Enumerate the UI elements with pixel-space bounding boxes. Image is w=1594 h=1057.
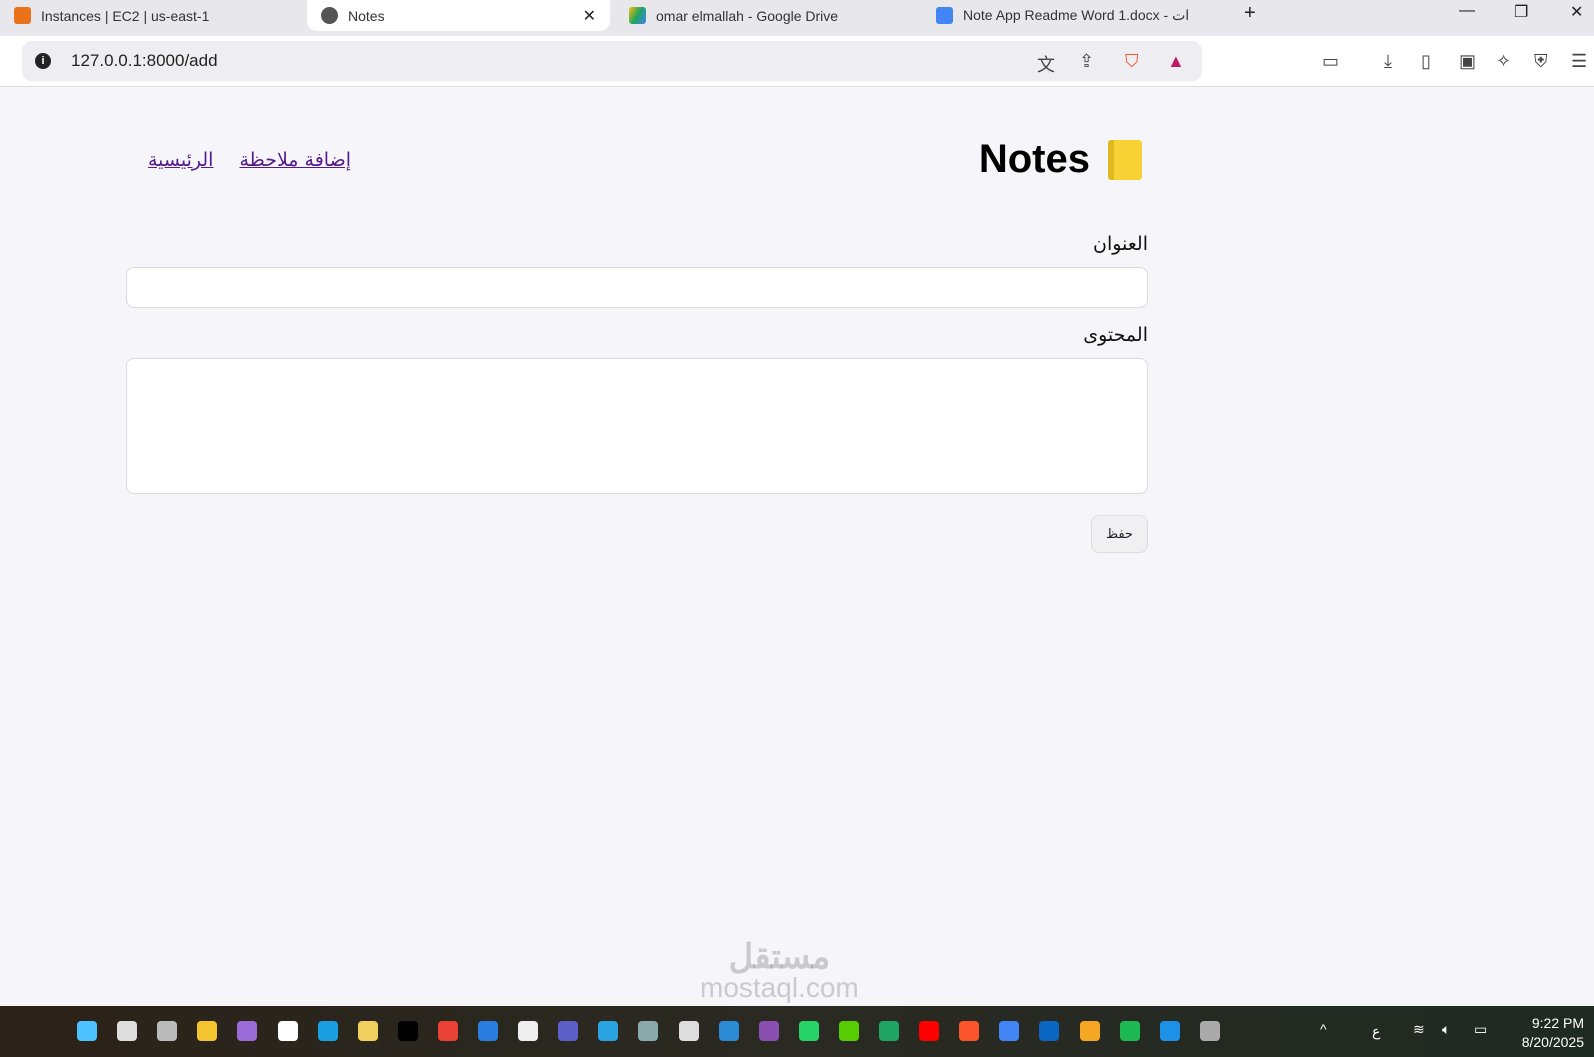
vscode-icon[interactable] [718, 1021, 739, 1041]
start-icon[interactable] [77, 1021, 97, 1041]
share-icon[interactable]: ⇪ [1079, 51, 1094, 72]
tab-bar: Instances | EC2 | us-east-1 Notes ✕ omar … [0, 0, 1594, 36]
input-language[interactable]: ع [1372, 1023, 1380, 1040]
weather-icon[interactable] [1079, 1021, 1100, 1041]
nav-home-link[interactable]: الرئيسية [148, 149, 213, 171]
content-label: المحتوى [1083, 324, 1148, 346]
menu-icon[interactable]: ☰ [1571, 51, 1587, 72]
info-icon[interactable]: i [35, 53, 51, 69]
brand-title: Notes [978, 137, 1090, 181]
settings-icon[interactable] [1199, 1021, 1220, 1041]
brave-rewards-icon[interactable]: ▲ [1167, 51, 1185, 72]
page-content: Notes الرئيسية إضافة ملاحظة العنوان المح… [0, 87, 1594, 1006]
watermark-ar: مستقل [728, 938, 831, 976]
duolingo-icon[interactable] [838, 1021, 859, 1041]
tab-title: Note App Readme Word 1.docx - ات [963, 7, 1190, 23]
new-tab-button[interactable]: + [1244, 2, 1256, 25]
tray-overflow-icon[interactable]: ^ [1320, 1021, 1327, 1037]
google-drive-icon[interactable] [879, 1021, 899, 1041]
chatgpt-icon[interactable] [678, 1021, 699, 1041]
clock[interactable]: 9:22 PM 8/20/2025 [1522, 1014, 1584, 1052]
chrome-icon[interactable] [999, 1021, 1020, 1041]
tab-ec2[interactable]: Instances | EC2 | us-east-1 [0, 0, 300, 31]
brave-icon[interactable] [959, 1021, 980, 1041]
snipping-icon[interactable] [638, 1021, 659, 1041]
whatsapp-icon[interactable] [798, 1021, 819, 1041]
gmail-icon[interactable] [437, 1021, 458, 1041]
volume-icon[interactable]: 🔈︎ [1442, 1021, 1450, 1038]
watermark-en: mostaql.com [700, 972, 859, 1003]
title-label: العنوان [1092, 233, 1148, 255]
tab-title: omar elmallah - Google Drive [656, 7, 839, 24]
app-e-icon[interactable] [357, 1021, 378, 1041]
watermark: مستقل mostaql.com [700, 940, 859, 1002]
copilot-icon[interactable] [237, 1021, 258, 1041]
telegram-icon[interactable] [598, 1021, 619, 1041]
battery-icon[interactable]: ▭ [1474, 1021, 1487, 1038]
close-tab-icon[interactable]: ✕ [583, 6, 596, 26]
store-icon[interactable] [277, 1021, 298, 1041]
title-input[interactable] [126, 267, 1148, 308]
sidebar-icon[interactable]: ▯ [1421, 51, 1431, 72]
app-r-icon[interactable] [397, 1021, 418, 1041]
tab-drive[interactable]: omar elmallah - Google Drive [615, 0, 915, 31]
spotify-icon[interactable] [1119, 1021, 1140, 1041]
tab-notes[interactable]: Notes ✕ [307, 0, 610, 31]
task-view-icon[interactable] [157, 1021, 178, 1041]
wifi-icon[interactable]: ≋ [1413, 1021, 1425, 1038]
restore-icon[interactable]: ❐ [1514, 2, 1528, 22]
tab-docs[interactable]: Note App Readme Word 1.docx - ات [922, 0, 1227, 31]
browser-toolbar: i 127.0.0.1:8000/add 文 ⇪ ⛉ ▲ ▭ ⤓ ▯ ▣ ✧ ⛨… [0, 36, 1594, 87]
taskbar: ^ ع ≋ 🔈︎ ▭ 9:22 PM 8/20/2025 [0, 1006, 1594, 1057]
save-button[interactable]: حفظ [1091, 515, 1148, 553]
time: 9:22 PM [1531, 1015, 1584, 1031]
tab-title: Notes [348, 7, 385, 24]
tab-title: Instances | EC2 | us-east-1 [41, 7, 210, 24]
app-m-icon[interactable] [758, 1021, 779, 1041]
close-window-icon[interactable]: ✕ [1570, 2, 1583, 22]
youtube-icon[interactable] [919, 1021, 940, 1041]
brave-shields-icon[interactable]: ⛉ [1125, 51, 1139, 72]
nav-add-link[interactable]: إضافة ملاحظة [239, 149, 351, 171]
nav: الرئيسية إضافة ملاحظة [148, 149, 351, 171]
google-docs-icon [936, 7, 953, 24]
address-bar[interactable]: i 127.0.0.1:8000/add 文 ⇪ ⛉ ▲ [22, 41, 1202, 81]
vpn-icon[interactable]: ⛨ [1534, 51, 1548, 72]
docker-icon[interactable] [1159, 1021, 1180, 1041]
date: 8/20/2025 [1521, 1034, 1584, 1050]
content-textarea[interactable] [126, 358, 1148, 494]
edge-icon[interactable] [317, 1021, 338, 1041]
aws-icon [14, 7, 31, 24]
notebook-icon [1108, 139, 1142, 180]
leo-ai-icon[interactable]: ✧ [1496, 51, 1511, 72]
linkedin-icon[interactable] [1039, 1021, 1060, 1041]
wallet-icon[interactable]: ▣ [1459, 51, 1476, 72]
teams-icon[interactable] [558, 1021, 579, 1041]
github-icon[interactable] [518, 1021, 539, 1041]
url-text[interactable]: 127.0.0.1:8000/add [71, 51, 218, 71]
globe-icon [321, 7, 338, 24]
brand: Notes [979, 137, 1142, 182]
translate-icon[interactable]: 文 [1037, 51, 1055, 77]
reader-icon[interactable]: ▭ [1322, 51, 1339, 72]
minimize-icon[interactable]: — [1459, 2, 1475, 20]
download-icon[interactable]: ⤓ [1384, 51, 1392, 72]
file-explorer-icon[interactable] [197, 1021, 218, 1041]
google-drive-icon [629, 7, 646, 24]
search-icon[interactable] [117, 1021, 138, 1041]
todo-icon[interactable] [478, 1021, 498, 1041]
